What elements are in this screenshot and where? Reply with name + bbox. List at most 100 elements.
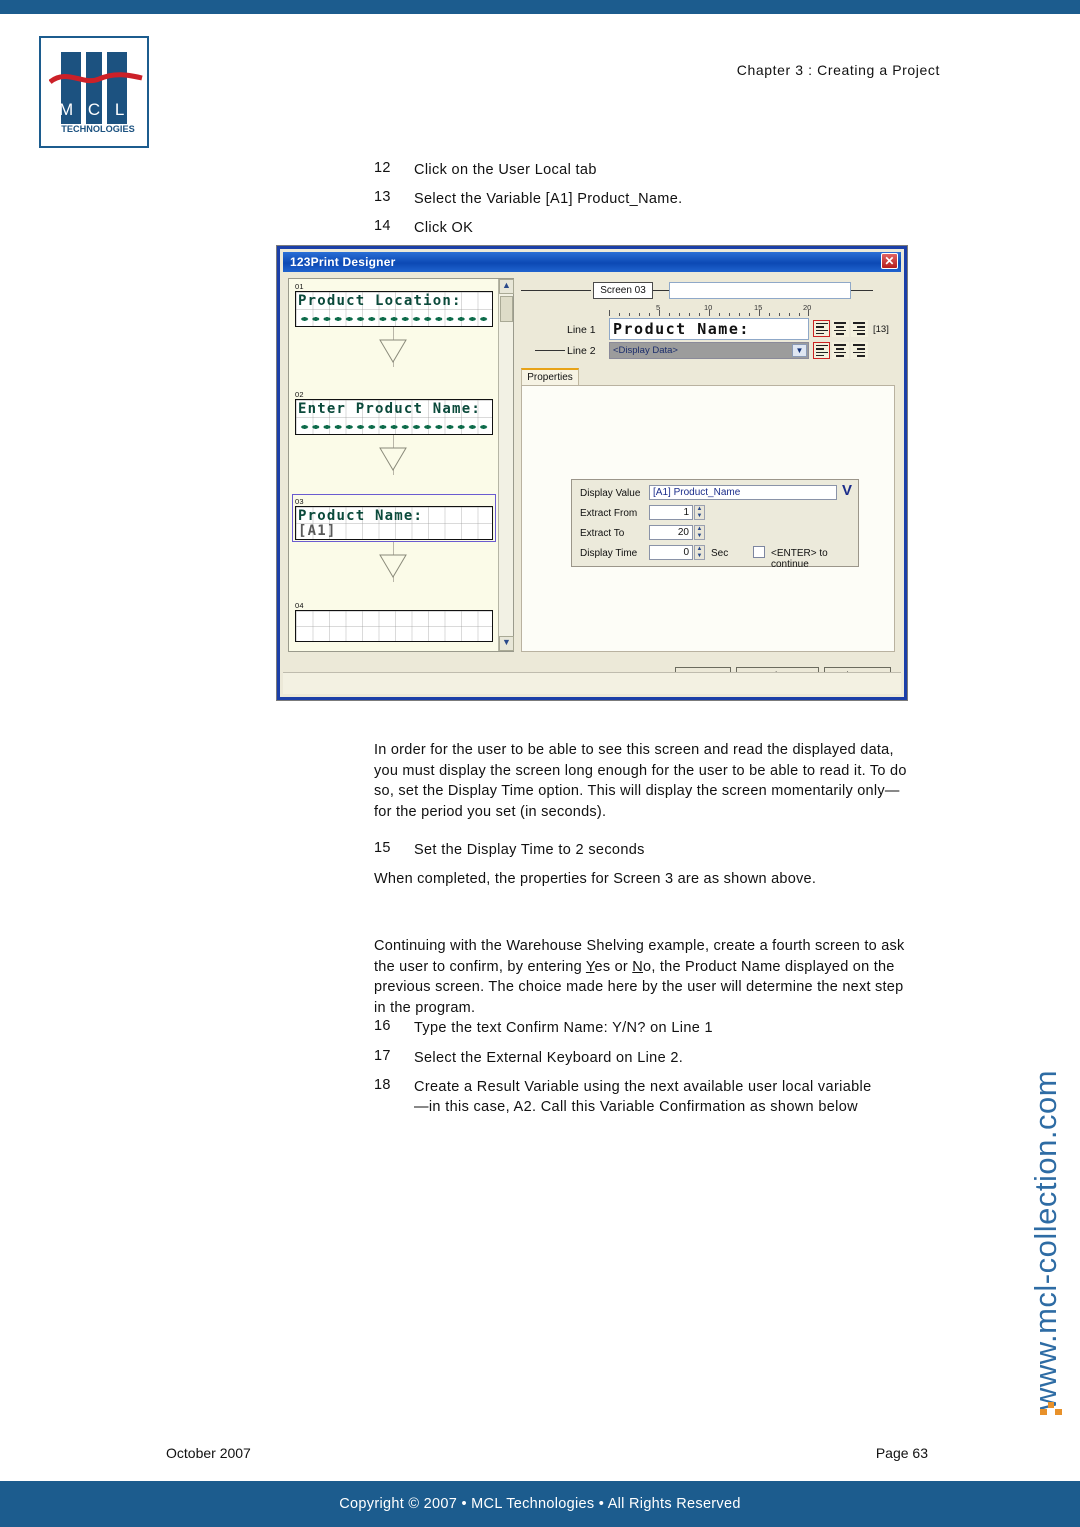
step-12: 12 Click on the User Local tab — [374, 160, 894, 180]
step-15-text: Set the Display Time to 2 seconds — [414, 842, 645, 858]
step-13-text: Select the Variable [A1] Product_Name. — [414, 191, 683, 207]
properties-panel: Display Value [A1] Product_Name V Extrac… — [521, 385, 895, 652]
screen-04-id: 04 — [295, 601, 304, 610]
screen-name-input[interactable] — [669, 282, 851, 299]
tab-connector-right — [851, 290, 873, 291]
tab-connector-mid — [653, 290, 669, 291]
step-14: 14 Click OK — [374, 218, 894, 238]
properties-group-box: Display Value [A1] Product_Name V Extrac… — [571, 479, 859, 570]
screen-03-id: 03 — [295, 497, 304, 506]
screen-01-id: 01 — [295, 282, 304, 291]
line-1-alignment-buttons — [813, 320, 868, 337]
tab-properties[interactable]: Properties — [521, 368, 579, 386]
step-17: 17 Select the External Keyboard on Line … — [374, 1048, 894, 1068]
screen-02-dotted-line — [299, 424, 489, 430]
screen-03-line1: Product Name: — [298, 508, 424, 524]
enter-to-continue-checkbox[interactable] — [753, 546, 765, 558]
app-screenshot-123print-designer: 123Print Designer ✕ 01 Product Location:… — [276, 245, 908, 701]
screen-01-preview[interactable]: Product Location: — [295, 291, 493, 327]
scrollbar-thumb[interactable] — [500, 296, 513, 322]
extract-from-stepper[interactable]: ▲ ▼ — [694, 505, 705, 520]
enter-to-continue-label: <ENTER> to continue — [771, 548, 828, 570]
step-15-number: 15 — [374, 840, 391, 856]
line-1-value: Product Name: — [613, 320, 750, 338]
app-title-text: 123Print Designer — [290, 255, 396, 269]
paragraph-when-completed: When completed, the properties for Scree… — [374, 871, 817, 887]
line-1-input[interactable]: Product Name: — [609, 318, 809, 340]
line-1-char-count: [13] — [873, 324, 889, 335]
character-ruler: 5 10 15 20 — [609, 303, 811, 316]
display-value-text: [A1] Product_Name — [653, 487, 741, 498]
step-18-number: 18 — [374, 1077, 391, 1093]
screen-02-id: 02 — [295, 390, 304, 399]
footer-copyright-bar: Copyright © 2007 • MCL Technologies • Al… — [0, 1481, 1080, 1527]
seconds-unit-label: Sec — [711, 548, 729, 559]
ruler-mark-15: 15 — [754, 303, 763, 312]
screen-flow-pane: 01 Product Location: 02 Enter Product Na… — [288, 278, 514, 652]
screen-editor-pane: Screen 03 5 10 15 20 Line 1 Product Name… — [521, 278, 897, 652]
step-16: 16 Type the text Confirm Name: Y/N? on L… — [374, 1018, 894, 1038]
extract-from-input[interactable]: 1 — [649, 505, 693, 520]
flow-arrow-icon-3 — [379, 554, 407, 578]
step-14-number: 14 — [374, 218, 391, 234]
align-right-icon-line1[interactable] — [851, 320, 868, 337]
screen-tab-03[interactable]: Screen 03 — [593, 282, 653, 299]
paragraph-3-part-b: es or — [594, 958, 633, 975]
step-17-text: Select the External Keyboard on Line 2. — [414, 1050, 684, 1066]
logo-wordmark: TECHNOLOGIES — [61, 124, 135, 134]
align-center-icon-line2[interactable] — [832, 342, 849, 359]
scroll-up-icon[interactable]: ▲ — [499, 279, 514, 294]
line-2-connector — [535, 350, 565, 351]
app-client-area: 01 Product Location: 02 Enter Product Na… — [285, 274, 899, 692]
screen-04-grid — [296, 611, 492, 641]
mcl-logo: M C L TECHNOLOGIES — [39, 36, 149, 148]
paragraph-3-yes-underline: Y — [585, 958, 595, 975]
step-12-text: Click on the User Local tab — [414, 162, 597, 178]
align-center-icon-line1[interactable] — [832, 320, 849, 337]
logo-swoosh-icon — [49, 72, 143, 85]
display-time-label: Display Time — [580, 548, 638, 559]
tab-connector-left — [521, 290, 591, 291]
footer-page-number: Page 63 — [875, 1445, 928, 1461]
line-2-combobox[interactable]: <Display Data> ▼ — [609, 342, 809, 359]
paragraph-display-time: In order for the user to be able to see … — [374, 742, 907, 820]
dropdown-chevron-icon[interactable]: V — [842, 482, 852, 499]
watermark-url: www.mcl-collection.com — [1028, 1069, 1063, 1410]
extract-to-stepper[interactable]: ▲ ▼ — [694, 525, 705, 540]
extract-to-label: Extract To — [580, 528, 625, 539]
screen-04-preview[interactable] — [295, 610, 493, 642]
app-status-strip — [283, 672, 901, 694]
logo-letters: M C L — [59, 100, 130, 119]
extract-to-input[interactable]: 20 — [649, 525, 693, 540]
step-14-text: Click OK — [414, 220, 474, 236]
scroll-down-icon[interactable]: ▼ — [499, 636, 514, 651]
display-time-input[interactable]: 0 — [649, 545, 693, 560]
step-13-number: 13 — [374, 189, 391, 205]
align-left-icon-line1[interactable] — [813, 320, 830, 337]
logo-graphic: M C L TECHNOLOGIES — [47, 44, 143, 140]
display-value-input[interactable]: [A1] Product_Name — [649, 485, 837, 500]
display-time-stepper[interactable]: ▲ ▼ — [694, 545, 705, 560]
watermark-dots-icon — [1040, 1402, 1062, 1415]
flow-arrow-icon-2 — [379, 447, 407, 471]
step-18: 18 Create a Result Variable using the ne… — [374, 1077, 879, 1117]
ruler-mark-10: 10 — [704, 303, 713, 312]
step-13: 13 Select the Variable [A1] Product_Name… — [374, 189, 894, 209]
footer-date: October 2007 — [166, 1445, 251, 1461]
top-accent-bar — [0, 0, 1080, 14]
align-right-icon-line2[interactable] — [851, 342, 868, 359]
screen-02-preview[interactable]: Enter Product Name: — [295, 399, 493, 435]
flow-arrow-icon-1 — [379, 339, 407, 363]
screen-03-preview[interactable]: Product Name: [A1] — [295, 506, 493, 540]
line-2-alignment-buttons — [813, 342, 868, 359]
app-title-bar: 123Print Designer ✕ — [283, 252, 901, 272]
display-value-label: Display Value — [580, 488, 641, 499]
step-18-text: Create a Result Variable using the next … — [414, 1079, 872, 1115]
close-icon[interactable]: ✕ — [881, 253, 898, 269]
screen-flow-scrollbar[interactable]: ▲ ▼ — [498, 279, 514, 651]
chevron-down-icon-line2[interactable]: ▼ — [792, 344, 807, 357]
align-left-icon-line2[interactable] — [813, 342, 830, 359]
step-16-number: 16 — [374, 1018, 391, 1034]
line-1-label: Line 1 — [567, 324, 596, 336]
app-window-frame: 123Print Designer ✕ 01 Product Location:… — [277, 246, 907, 700]
